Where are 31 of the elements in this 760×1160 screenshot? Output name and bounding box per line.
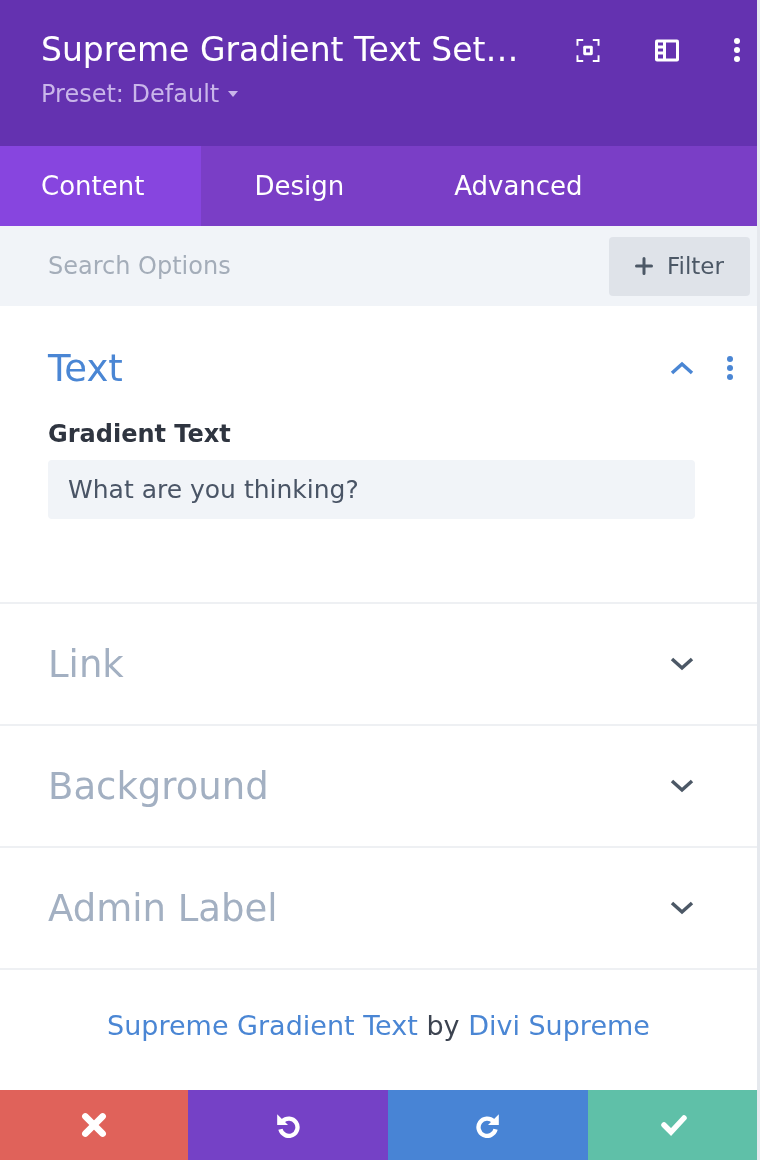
- section-title[interactable]: Text: [48, 346, 123, 390]
- chevron-up-icon[interactable]: [670, 361, 694, 375]
- sidebar-layout-icon[interactable]: [655, 38, 679, 62]
- chevron-down-icon[interactable]: [670, 657, 694, 671]
- credit-text: Supreme Gradient Text by Divi Supreme: [107, 1010, 650, 1041]
- undo-icon: [275, 1112, 301, 1138]
- credit-link[interactable]: Supreme Gradient Text: [107, 1010, 418, 1041]
- discard-button[interactable]: [0, 1090, 188, 1160]
- checkmark-icon: [661, 1112, 687, 1138]
- credit-link[interactable]: Divi Supreme: [468, 1010, 650, 1041]
- preset-dropdown[interactable]: Preset: Default: [41, 80, 239, 108]
- tab[interactable]: Advanced: [401, 146, 640, 226]
- more-options-icon[interactable]: [734, 38, 740, 62]
- section-title[interactable]: Link: [48, 642, 124, 686]
- search-field[interactable]: Search Options: [48, 252, 368, 280]
- tab[interactable]: Content: [0, 146, 202, 226]
- redo-icon: [475, 1112, 501, 1138]
- filter-button[interactable]: Filter: [609, 236, 750, 296]
- section-title[interactable]: Background: [48, 764, 269, 808]
- plus-icon: [635, 257, 653, 275]
- more-options-icon[interactable]: [727, 356, 733, 380]
- focus-frame-icon[interactable]: [576, 38, 600, 62]
- close-icon: [81, 1112, 107, 1138]
- field-label: Gradient Text: [48, 420, 231, 448]
- chevron-down-icon[interactable]: [670, 901, 694, 915]
- chevron-down-icon[interactable]: [670, 779, 694, 793]
- caret-icon: [228, 91, 239, 97]
- tab[interactable]: Design: [201, 146, 402, 226]
- section-title[interactable]: Admin Label: [48, 886, 278, 930]
- panel-title: Supreme Gradient Text Set…: [41, 29, 519, 71]
- text-input[interactable]: What are you thinking?: [48, 460, 695, 519]
